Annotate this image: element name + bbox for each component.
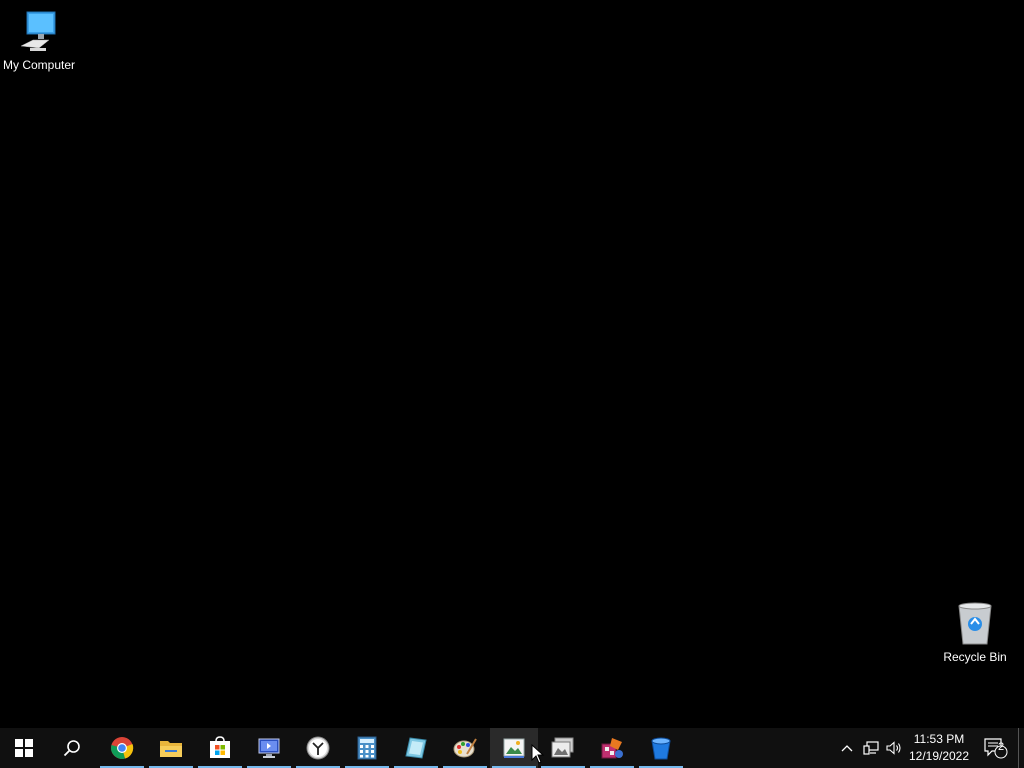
clock-icon: [306, 736, 330, 760]
taskbar-app-file-explorer[interactable]: [147, 728, 195, 768]
taskbar-app-remote-desktop[interactable]: [245, 728, 293, 768]
recycle-bin-icon: [951, 600, 999, 648]
action-center-button[interactable]: 2: [978, 728, 1012, 768]
show-hidden-icons-button[interactable]: [836, 728, 858, 768]
clock-date: 12/19/2022: [908, 749, 970, 763]
taskbar-app-media-toolkit[interactable]: [588, 728, 636, 768]
desktop-icon-recycle-bin[interactable]: Recycle Bin: [936, 600, 1014, 664]
folder-icon: [160, 741, 182, 757]
network-icon: [863, 741, 879, 755]
search-icon: [63, 740, 80, 757]
notebook-icon: [405, 737, 427, 759]
remote-desktop-icon: [258, 738, 280, 758]
taskbar-app-calculator[interactable]: [343, 728, 391, 768]
chrome-icon: [111, 737, 134, 759]
taskbar-app-chrome[interactable]: [98, 728, 146, 768]
media-toolkit-icon: [601, 738, 623, 759]
chevron-up-icon: [841, 745, 853, 752]
mouse-cursor-icon: [531, 744, 545, 764]
notification-count-badge: 2: [997, 741, 1005, 753]
search-button[interactable]: [48, 728, 96, 768]
taskbar-app-clock[interactable]: [294, 728, 342, 768]
taskbar: 11:53 PM 12/19/2022 2: [0, 728, 1024, 768]
speaker-icon: [886, 741, 901, 755]
taskbar-app-notebook[interactable]: [392, 728, 440, 768]
paint-icon: [453, 738, 477, 758]
taskbar-app-bucket[interactable]: [637, 728, 685, 768]
taskbar-clock[interactable]: 11:53 PM 12/19/2022: [906, 728, 972, 768]
taskbar-app-photo-gallery[interactable]: [539, 728, 587, 768]
image-viewer-icon: [503, 738, 525, 758]
desktop: My Computer Recycle Bin: [0, 0, 1024, 728]
desktop-icon-label: My Computer: [2, 58, 76, 72]
start-button[interactable]: [0, 728, 48, 768]
desktop-icon-my-computer[interactable]: My Computer: [0, 8, 78, 72]
desktop-icon-label: Recycle Bin: [943, 650, 1007, 664]
computer-icon: [15, 8, 63, 56]
show-desktop-divider[interactable]: [1018, 728, 1019, 768]
clock-time: 11:53 PM: [913, 732, 965, 746]
network-button[interactable]: [860, 728, 882, 768]
calculator-icon: [357, 736, 377, 760]
windows-logo-icon: [15, 739, 33, 757]
store-icon: [210, 736, 230, 758]
bucket-icon: [651, 737, 671, 760]
volume-button[interactable]: [883, 728, 905, 768]
photo-gallery-icon: [551, 737, 574, 758]
taskbar-app-microsoft-store[interactable]: [196, 728, 244, 768]
taskbar-app-paint[interactable]: [441, 728, 489, 768]
